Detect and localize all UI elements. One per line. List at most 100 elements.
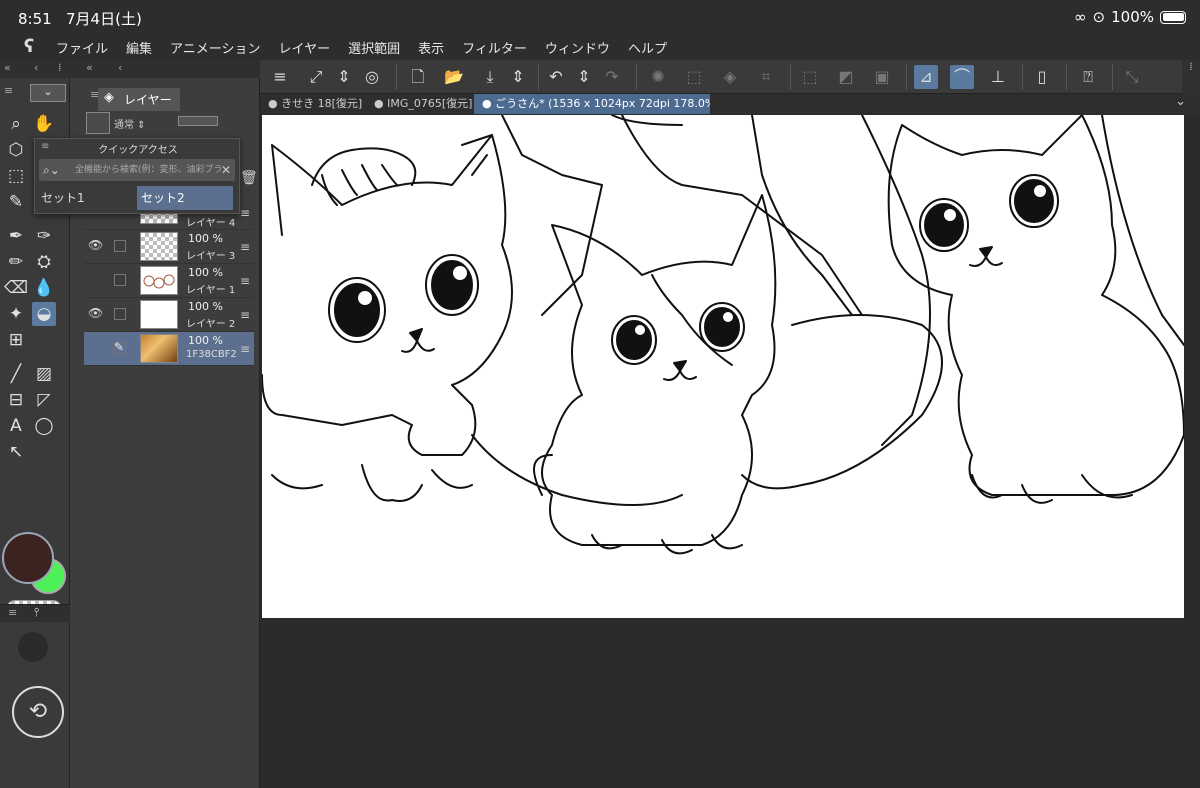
hand-tool-icon[interactable]: ✋ xyxy=(32,112,56,136)
quick-set-1[interactable]: セット1 xyxy=(37,186,137,210)
correct-line-tool-icon[interactable]: ↖ xyxy=(4,440,28,464)
help-icon[interactable]: ⍰ xyxy=(1076,65,1100,89)
menu-file[interactable]: ファイル xyxy=(56,38,108,57)
snap-ruler-icon[interactable]: ⊿ xyxy=(914,65,938,89)
ruler-tool-icon[interactable]: ◸ xyxy=(32,388,56,412)
right-cat-body xyxy=(887,115,1184,496)
menu-filter[interactable]: フィルター xyxy=(462,38,527,57)
fullscreen-icon[interactable]: ⤡ xyxy=(1120,65,1144,89)
layer-menu-icon[interactable]: ≡ xyxy=(240,342,250,356)
tool-property-icon[interactable]: ⫯ xyxy=(34,605,39,620)
quick-access-search[interactable]: ⌕⌄ 全機能から検索(例：変形、油彩ブラシ ✕ xyxy=(39,159,235,181)
redo-icon[interactable]: ↷ xyxy=(600,65,624,89)
chevron-down-icon[interactable]: ⌄ xyxy=(1175,94,1186,109)
drawing-canvas[interactable] xyxy=(262,115,1184,618)
clip-studio-icon[interactable]: ◎ xyxy=(360,65,384,89)
blend-tool-icon[interactable]: 💧 xyxy=(32,276,56,300)
line-tool-icon[interactable]: ╱ xyxy=(4,362,28,386)
smartphone-icon[interactable]: ▯ xyxy=(1030,65,1054,89)
layer-row[interactable]: 👁 100 % レイヤー 2 ≡ xyxy=(84,298,254,332)
tab-layer[interactable]: ◈ レイヤー xyxy=(98,88,180,111)
chevron-left-icon[interactable]: ‹ xyxy=(34,61,38,74)
eraser-tool-icon[interactable]: ⌫ xyxy=(4,276,28,300)
clear-selection-icon[interactable]: ⬚ xyxy=(798,65,822,89)
visibility-eye-icon[interactable]: 👁 xyxy=(88,306,104,322)
open-folder-icon[interactable]: 📂 xyxy=(442,65,466,89)
effect-tool-icon[interactable]: ✦ xyxy=(4,302,28,326)
new-file-icon[interactable]: 🗋 xyxy=(406,65,430,89)
menu-selection[interactable]: 選択範囲 xyxy=(348,38,400,57)
tab-document-active[interactable]: ● ごうさん* (1536 x 1024px 72dpi 178.0%) xyxy=(474,94,710,114)
layer-row[interactable]: 👁 100 % レイヤー 3 ≡ xyxy=(84,230,254,264)
layer-menu-icon[interactable]: ≡ xyxy=(240,206,250,220)
layer-thumbnail xyxy=(140,334,178,363)
collapse-left-icon[interactable]: « xyxy=(4,61,11,74)
transform-icon[interactable]: ⤢ xyxy=(304,65,328,89)
layer-checkbox[interactable] xyxy=(114,308,126,320)
edge-keyboard-icon[interactable]: ⟲ xyxy=(12,686,64,738)
collapse-left-icon[interactable]: « xyxy=(86,61,93,74)
balloon-tool-icon[interactable]: ◯ xyxy=(32,414,56,438)
layer-menu-icon[interactable]: ≡ xyxy=(240,308,250,322)
text-tool-icon[interactable]: A xyxy=(4,414,28,438)
up-down-icon[interactable]: ⇕ xyxy=(332,65,356,89)
quick-set-2[interactable]: セット2 xyxy=(137,186,233,210)
menu-help[interactable]: ヘルプ xyxy=(628,38,667,57)
panel-menu-icon[interactable]: ≡ xyxy=(4,84,13,97)
zoom-tool-icon[interactable]: ⌕ xyxy=(4,112,28,136)
layer-row[interactable]: 100 % レイヤー 1 ≡ xyxy=(84,264,254,298)
frame-tool-icon[interactable]: ⊟ xyxy=(4,388,28,412)
panel-handle-icon[interactable]: ⁞ xyxy=(58,61,62,74)
layer-menu-icon[interactable]: ≡ xyxy=(240,274,250,288)
pencil-tool-icon[interactable]: ✏ xyxy=(4,250,28,274)
save-icon[interactable]: ⤓ xyxy=(478,65,502,89)
selection-border-icon[interactable]: ▣ xyxy=(870,65,894,89)
panel-handle-icon[interactable]: ⁞ xyxy=(1182,60,1200,94)
crop-icon[interactable]: ⌗ xyxy=(754,65,778,89)
visibility-eye-icon[interactable]: 👁 xyxy=(88,238,104,254)
menu-animation[interactable]: アニメーション xyxy=(170,38,260,57)
up-down-icon[interactable]: ⇕ xyxy=(572,65,596,89)
grid-tool-icon[interactable]: ⊞ xyxy=(4,328,28,352)
eyedropper-tool-icon[interactable]: ✎ xyxy=(4,190,28,214)
close-icon[interactable]: ✕ xyxy=(220,159,231,181)
undo-icon[interactable]: ↶ xyxy=(544,65,568,89)
blend-mode-select[interactable]: 通常 ⇕ xyxy=(114,116,146,131)
search-icon: ⌕⌄ xyxy=(43,163,60,177)
gradient-tool-icon[interactable]: ▨ xyxy=(32,362,56,386)
menu-edit[interactable]: 編集 xyxy=(126,38,152,57)
chevron-left-icon[interactable]: ‹ xyxy=(118,61,122,74)
menu-window[interactable]: ウィンドウ xyxy=(545,38,610,57)
snap-special-ruler-icon[interactable]: ⌒ xyxy=(950,65,974,89)
layer-property-button[interactable] xyxy=(86,112,110,134)
invert-selection-icon[interactable]: ◩ xyxy=(834,65,858,89)
main-color-swatch[interactable] xyxy=(2,532,54,584)
airbrush-tool-icon[interactable]: ⛭ xyxy=(32,250,56,274)
layer-row-selected[interactable]: ✎ 100 % 1F38CBF2 ≡ xyxy=(84,332,254,366)
layer-menu-icon[interactable]: ≡ xyxy=(240,240,250,254)
tab-document[interactable]: ● IMG_0765[復元] xyxy=(366,94,472,114)
fill-icon[interactable]: ◈ xyxy=(718,65,742,89)
layer-checkbox[interactable] xyxy=(114,274,126,286)
snap-grid-icon[interactable]: ⊥ xyxy=(986,65,1010,89)
selection-tool-icon[interactable]: ⬚ xyxy=(4,164,28,188)
pen-tool-icon[interactable]: ✒ xyxy=(4,224,28,248)
object-tool-icon[interactable]: ⬡ xyxy=(4,138,28,162)
panel-menu-icon[interactable]: ≡ xyxy=(8,606,17,619)
menu-view[interactable]: 表示 xyxy=(418,38,444,57)
menu-layer[interactable]: レイヤー xyxy=(279,38,331,57)
layers-icon: ◈ xyxy=(104,90,114,105)
layer-thumbnail xyxy=(140,300,178,329)
trash-icon[interactable]: 🗑 xyxy=(240,170,258,186)
select-layer-icon[interactable]: ⬚ xyxy=(682,65,706,89)
app-logo-icon[interactable]: ʕ xyxy=(16,34,42,60)
tab-document[interactable]: ● きせき 18[復元] xyxy=(260,94,364,114)
layer-checkbox[interactable] xyxy=(114,240,126,252)
opacity-slider[interactable] xyxy=(178,116,218,126)
menu-icon[interactable]: ≡ xyxy=(268,65,292,89)
up-down-icon[interactable]: ⇕ xyxy=(506,65,530,89)
marker-tool-icon[interactable]: ✑ xyxy=(32,224,56,248)
brush-dropdown[interactable]: ⌄ xyxy=(30,84,66,102)
fill-tool-icon[interactable]: ◒ xyxy=(32,302,56,326)
layer-name: レイヤー 1 xyxy=(186,285,236,296)
